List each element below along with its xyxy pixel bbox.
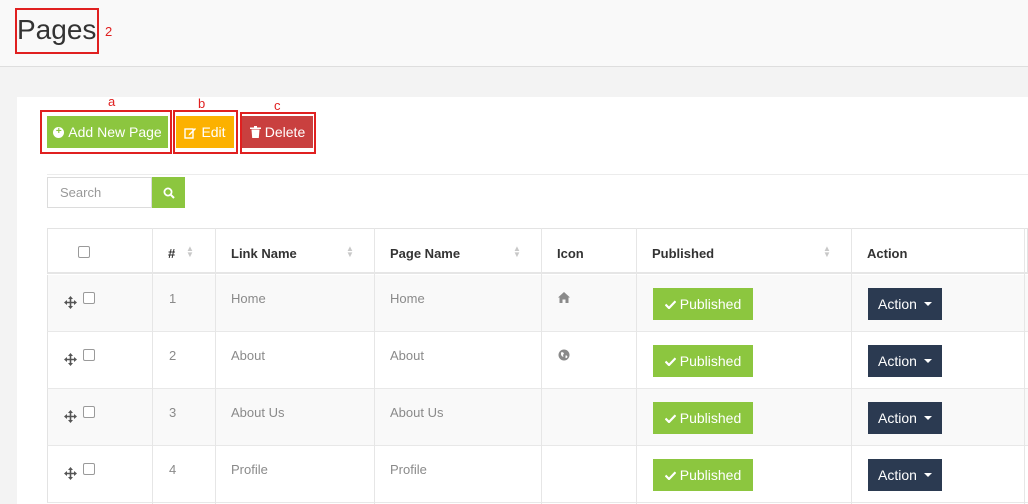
move-icon[interactable]: [64, 296, 77, 309]
sort-number-icon[interactable]: ▲ ▼: [186, 245, 194, 259]
action-label: Action: [878, 353, 917, 369]
caret-down-icon: [923, 416, 932, 420]
action-dropdown-button[interactable]: Action: [868, 402, 942, 434]
column-separator: [152, 228, 153, 504]
published-label: Published: [679, 467, 742, 483]
row-checkbox[interactable]: [83, 406, 95, 418]
published-button[interactable]: Published: [653, 459, 753, 491]
row-checkbox[interactable]: [83, 463, 95, 475]
row-number: 4: [169, 462, 177, 477]
row-page-name: Home: [390, 291, 425, 306]
action-dropdown-button[interactable]: Action: [868, 459, 942, 491]
action-label: Action: [878, 410, 917, 426]
published-button[interactable]: Published: [653, 402, 753, 434]
row-page-name: About: [390, 348, 424, 363]
caret-down-icon: [923, 302, 932, 306]
search-icon: [163, 187, 175, 199]
annotation-box-c: [240, 112, 316, 154]
published-label: Published: [679, 296, 742, 312]
select-all-checkbox[interactable]: [78, 246, 90, 258]
column-separator: [1024, 228, 1025, 504]
column-separator: [374, 228, 375, 504]
action-label: Action: [878, 296, 917, 312]
action-dropdown-button[interactable]: Action: [868, 345, 942, 377]
table-row: 4 Profile Profile Published Action: [47, 446, 1028, 503]
action-dropdown-button[interactable]: Action: [868, 288, 942, 320]
toolbar-divider: [47, 174, 1028, 175]
row-link-name: Profile: [231, 462, 268, 477]
sort-page-name-icon[interactable]: ▲ ▼: [513, 245, 521, 259]
check-icon: [664, 470, 676, 480]
header-icon: Icon: [557, 246, 584, 261]
page-header: Pages: [0, 0, 1028, 67]
column-separator: [851, 228, 852, 504]
home-icon: [558, 292, 570, 303]
caret-down-icon: [923, 473, 932, 477]
published-button[interactable]: Published: [653, 288, 753, 320]
table-row: 1 Home Home Published Action: [47, 275, 1028, 332]
check-icon: [664, 413, 676, 423]
header-action: Action: [867, 246, 908, 261]
published-label: Published: [679, 353, 742, 369]
header-link-name: Link Name: [231, 246, 297, 261]
header-page-name: Page Name: [390, 246, 461, 261]
caret-down-icon: [923, 359, 932, 363]
row-link-name: About Us: [231, 405, 285, 420]
move-icon[interactable]: [64, 410, 77, 423]
row-link-name: Home: [231, 291, 266, 306]
table-row: 3 About Us About Us Published Action: [47, 389, 1028, 446]
table-header: # ▲ ▼ Link Name ▲ ▼ Page Name ▲ ▼ Icon Publ…: [47, 228, 1028, 274]
row-page-name: About Us: [390, 405, 444, 420]
move-icon[interactable]: [64, 353, 77, 366]
row-number: 1: [169, 291, 177, 306]
globe-icon: [558, 349, 570, 361]
table-row: 2 About About Published Action: [47, 332, 1028, 389]
annotation-box-a: [40, 110, 172, 154]
header-published: Published: [652, 246, 715, 261]
row-checkbox[interactable]: [83, 349, 95, 361]
search-input[interactable]: Search: [47, 177, 152, 208]
annotation-label-a: a: [108, 94, 116, 109]
move-icon[interactable]: [64, 467, 77, 480]
published-label: Published: [679, 410, 742, 426]
action-label: Action: [878, 467, 917, 483]
check-icon: [664, 299, 676, 309]
column-separator: [215, 228, 216, 504]
row-number: 3: [169, 405, 177, 420]
column-separator: [541, 228, 542, 504]
annotation-label-b: b: [198, 96, 206, 111]
column-separator: [636, 228, 637, 504]
row-page-name: Profile: [390, 462, 427, 477]
annotation-box-title: [15, 8, 99, 54]
row-checkbox[interactable]: [83, 292, 95, 304]
annotation-label-title: 2: [105, 24, 113, 39]
published-button[interactable]: Published: [653, 345, 753, 377]
check-icon: [664, 356, 676, 366]
sort-link-name-icon[interactable]: ▲ ▼: [346, 245, 354, 259]
row-number: 2: [169, 348, 177, 363]
annotation-box-b: [173, 110, 238, 154]
annotation-label-c: c: [274, 98, 281, 113]
sort-published-icon[interactable]: ▲ ▼: [823, 245, 831, 259]
row-link-name: About: [231, 348, 265, 363]
header-number: #: [168, 246, 176, 261]
search-button[interactable]: [152, 177, 185, 208]
